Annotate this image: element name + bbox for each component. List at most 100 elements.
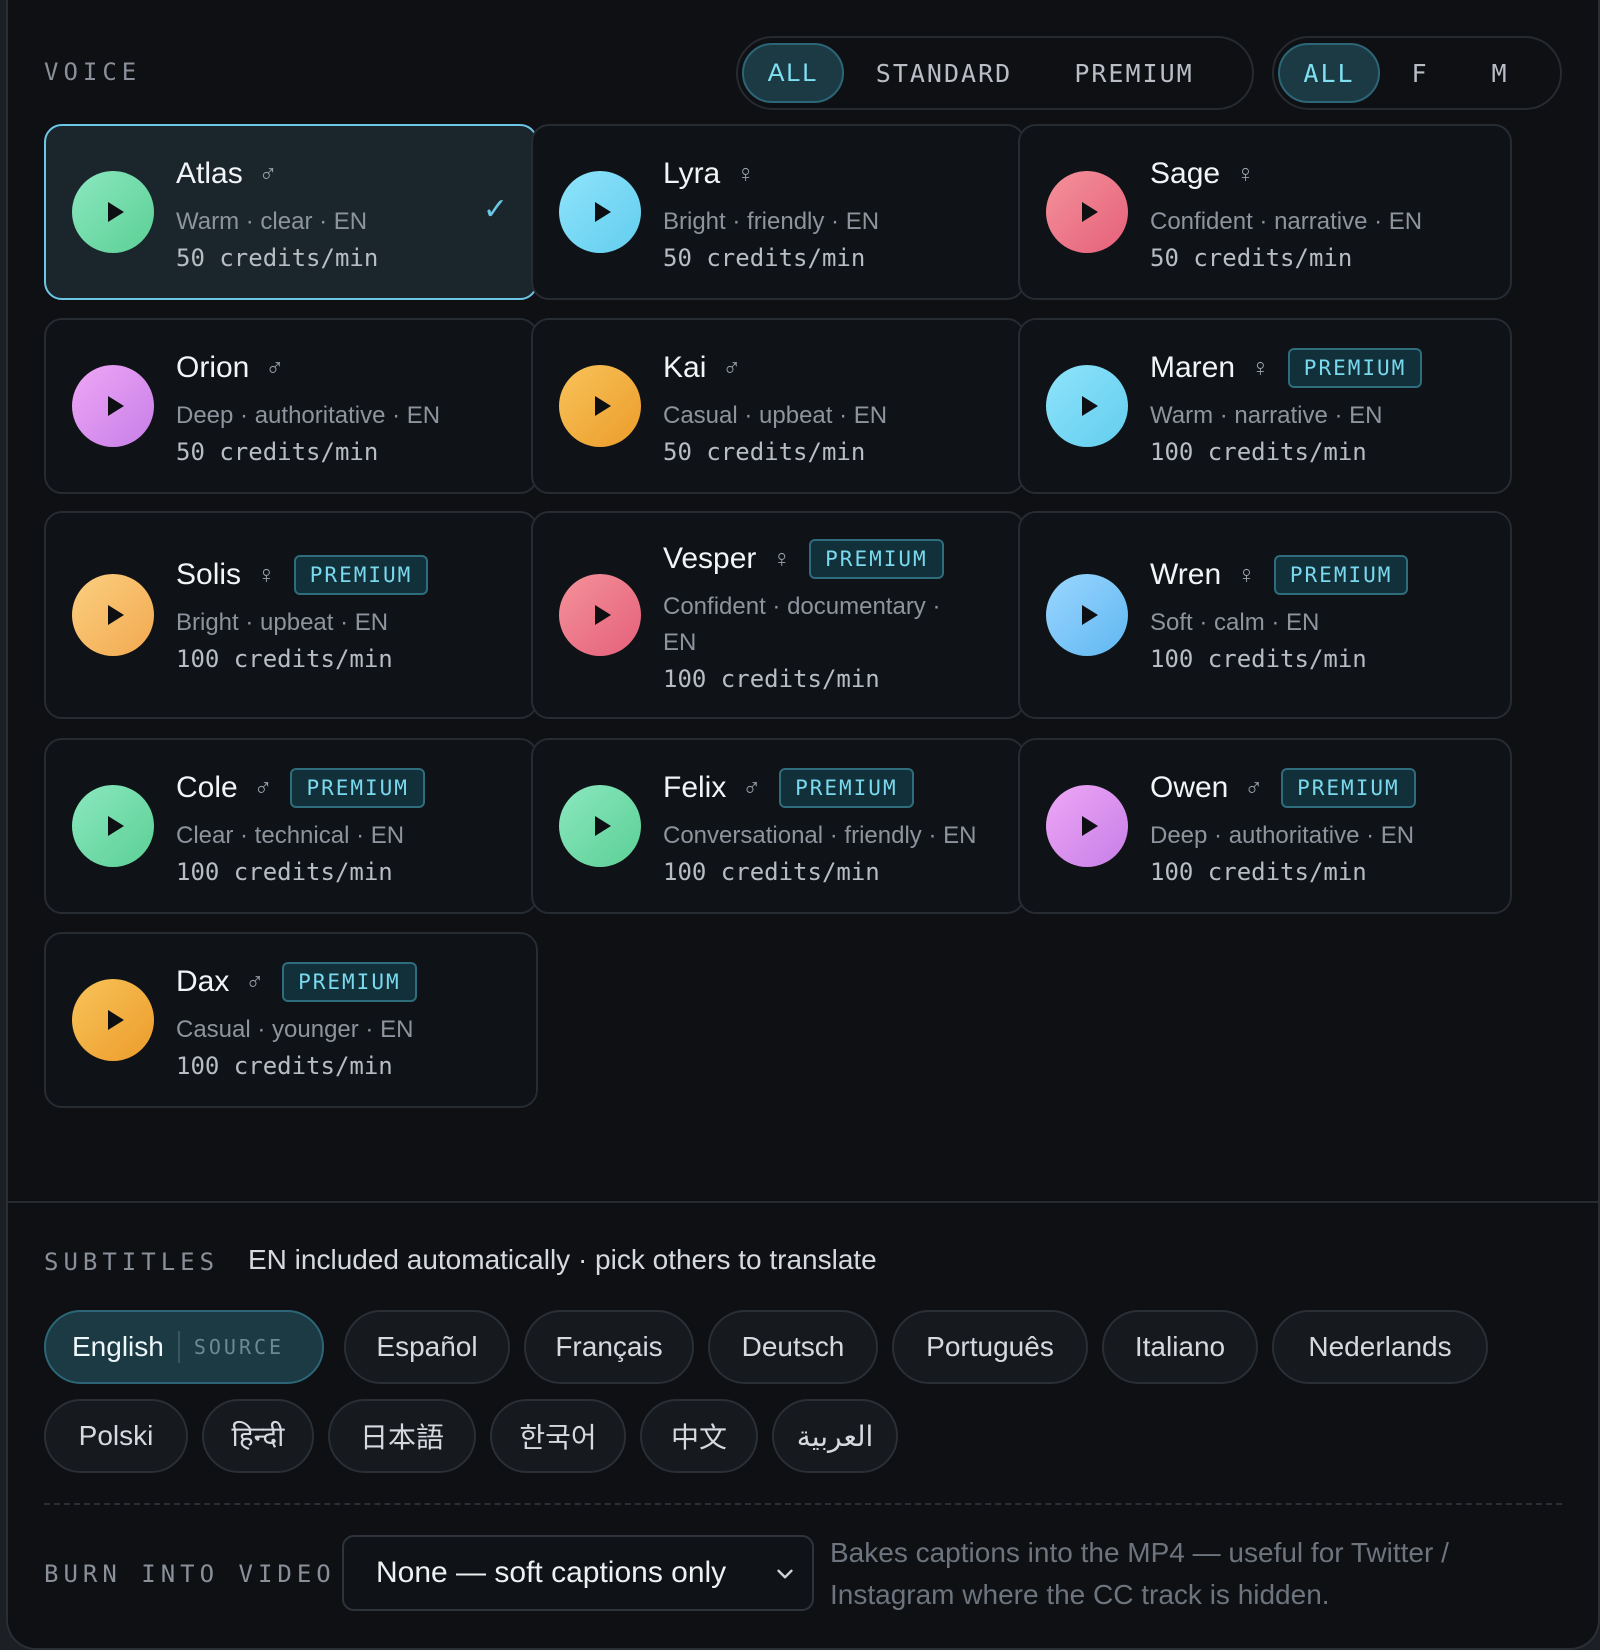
- play-icon: [594, 202, 611, 222]
- voice-card-solis[interactable]: Solis ♀ PREMIUM Bright · upbeat · EN 100 cre…: [44, 511, 538, 719]
- voice-info: Kai ♂ Casual · upbeat · EN 50 credits/min: [663, 348, 1003, 466]
- male-icon: ♂: [1244, 773, 1264, 802]
- play-button[interactable]: [559, 785, 641, 867]
- play-button[interactable]: [72, 574, 154, 656]
- voice-description: Conversational · friendly · EN: [663, 822, 977, 849]
- burn-help-text: Bakes captions into the MP4 — useful for…: [830, 1537, 1449, 1610]
- voice-info: Sage ♀ Confident · narrative · EN 50 credit…: [1150, 154, 1490, 272]
- voice-name-row: Dax ♂ PREMIUM: [176, 962, 516, 1002]
- play-icon: [594, 816, 611, 836]
- voice-info: Maren ♀ PREMIUM Warm · narrative · EN 100 cr…: [1150, 348, 1490, 466]
- voice-name-row: Owen ♂ PREMIUM: [1150, 768, 1490, 808]
- voice-card-maren[interactable]: Maren ♀ PREMIUM Warm · narrative · EN 100 cr…: [1018, 318, 1512, 494]
- voice-description: Warm · clear · EN: [176, 208, 368, 235]
- voice-info: Vesper ♀ PREMIUM Confident · documentary · …: [663, 539, 1003, 693]
- play-button[interactable]: [559, 574, 641, 656]
- language-chip[interactable]: Italiano: [1102, 1310, 1258, 1384]
- voice-info: Dax ♂ PREMIUM Casual · younger · EN 100 cred…: [176, 962, 516, 1080]
- female-icon: ♀: [1237, 560, 1256, 589]
- language-chip[interactable]: العربية: [772, 1399, 898, 1473]
- voice-credits: 100 credits/min: [1150, 645, 1367, 673]
- language-label: Italiano: [1134, 1331, 1226, 1362]
- language-chip[interactable]: Español: [344, 1310, 510, 1384]
- play-button[interactable]: [1046, 785, 1128, 867]
- voice-info: Lyra ♀ Bright · friendly · EN 50 credits/mi…: [663, 154, 1003, 272]
- language-chip[interactable]: Polski: [44, 1399, 188, 1473]
- voice-card-owen[interactable]: Owen ♂ PREMIUM Deep · authoritative · EN 100…: [1018, 738, 1512, 914]
- language-chip[interactable]: Nederlands: [1272, 1310, 1488, 1384]
- play-button[interactable]: [559, 171, 641, 253]
- female-icon: ♀: [1236, 159, 1255, 188]
- premium-badge: PREMIUM: [1287, 348, 1423, 388]
- voice-card-kai[interactable]: Kai ♂ Casual · upbeat · EN 50 credits/min: [531, 318, 1025, 494]
- voice-info: Cole ♂ PREMIUM Clear · technical · EN 100 cr…: [176, 768, 516, 886]
- language-label: Français: [555, 1331, 663, 1362]
- gender-filter-male[interactable]: M: [1460, 43, 1540, 103]
- language-chip[interactable]: 日本語: [328, 1399, 476, 1473]
- language-chip[interactable]: 中文: [640, 1399, 758, 1473]
- premium-badge: PREMIUM: [779, 768, 914, 808]
- voice-description: Confident · narrative · EN: [1150, 208, 1423, 235]
- voice-card-orion[interactable]: Orion ♂ Deep · authoritative · EN 50 credit…: [44, 318, 538, 494]
- language-chip[interactable]: Français: [524, 1310, 694, 1384]
- gender-filter-all[interactable]: ALL: [1278, 43, 1380, 103]
- female-icon: ♀: [772, 544, 792, 573]
- voice-credits: 50 credits/min: [663, 244, 866, 272]
- voice-name-row: Kai ♂: [663, 348, 1003, 388]
- voice-card-vesper[interactable]: Vesper ♀ PREMIUM Confident · documentary · …: [531, 511, 1025, 719]
- play-icon: [107, 396, 124, 416]
- language-chip[interactable]: Português: [892, 1310, 1088, 1384]
- play-icon: [1081, 605, 1098, 625]
- language-label: Nederlands: [1308, 1331, 1452, 1362]
- voice-section-label: VOICE: [44, 58, 142, 86]
- language-chip[interactable]: हिन्दी: [202, 1399, 314, 1473]
- play-button[interactable]: [72, 365, 154, 447]
- language-label: العربية: [796, 1420, 874, 1452]
- language-label: 中文: [670, 1422, 727, 1453]
- language-label: Español: [376, 1331, 478, 1362]
- voice-card-cole[interactable]: Cole ♂ PREMIUM Clear · technical · EN 100 cr…: [44, 738, 538, 914]
- play-button[interactable]: [1046, 171, 1128, 253]
- voice-name: Kai: [663, 351, 707, 384]
- premium-badge: PREMIUM: [1273, 555, 1409, 595]
- language-label: Polski: [78, 1420, 154, 1451]
- play-button[interactable]: [1046, 574, 1128, 656]
- voice-description: Bright · friendly · EN: [663, 208, 880, 235]
- burn-caption-selected-value: None — soft captions only: [376, 1556, 727, 1589]
- tier-filter-premium[interactable]: PREMIUM: [1044, 43, 1224, 103]
- voice-card-lyra[interactable]: Lyra ♀ Bright · friendly · EN 50 credits/mi…: [531, 124, 1025, 300]
- selected-check-icon: ✓: [482, 193, 508, 226]
- voice-name: Felix: [663, 771, 727, 804]
- tier-filter-standard[interactable]: STANDARD: [844, 43, 1044, 103]
- voice-card-dax[interactable]: Dax ♂ PREMIUM Casual · younger · EN 100 cred…: [44, 932, 538, 1108]
- voice-credits: 100 credits/min: [663, 858, 880, 886]
- language-chip[interactable]: 한국어: [490, 1399, 626, 1473]
- play-button[interactable]: [72, 171, 154, 253]
- voice-card-wren[interactable]: Wren ♀ PREMIUM Soft · calm · EN 100 credits/…: [1018, 511, 1512, 719]
- play-button[interactable]: [1046, 365, 1128, 447]
- premium-badge: PREMIUM: [282, 962, 417, 1002]
- voice-credits: 100 credits/min: [1150, 438, 1367, 466]
- voice-card-felix[interactable]: Felix ♂ PREMIUM Conversational · friendly ·…: [531, 738, 1025, 914]
- tier-filter: ALL STANDARD PREMIUM: [736, 36, 1254, 110]
- premium-badge: PREMIUM: [1281, 768, 1416, 808]
- voice-name: Wren: [1150, 558, 1222, 591]
- voice-name: Solis: [176, 558, 242, 591]
- language-chip[interactable]: English SOURCE: [44, 1310, 324, 1384]
- tier-filter-all[interactable]: ALL: [742, 43, 844, 103]
- premium-badge: PREMIUM: [293, 555, 429, 595]
- play-button[interactable]: [559, 365, 641, 447]
- gender-filter-female[interactable]: F: [1380, 43, 1460, 103]
- burn-caption-select[interactable]: None — soft captions only: [342, 1535, 814, 1611]
- voice-card-atlas[interactable]: Atlas ♂ Warm · clear · EN 50 credits/min ✓: [44, 124, 538, 300]
- dashed-divider: [44, 1503, 1562, 1505]
- voice-credits: 100 credits/min: [176, 1052, 393, 1080]
- voice-info: Atlas ♂ Warm · clear · EN 50 credits/min: [176, 154, 516, 272]
- voice-card-sage[interactable]: Sage ♀ Confident · narrative · EN 50 credit…: [1018, 124, 1512, 300]
- voice-description: Bright · upbeat · EN: [176, 609, 389, 636]
- play-button[interactable]: [72, 979, 154, 1061]
- play-icon: [107, 816, 124, 836]
- language-chip[interactable]: Deutsch: [708, 1310, 878, 1384]
- play-button[interactable]: [72, 785, 154, 867]
- voice-description: Deep · authoritative · EN: [1150, 822, 1415, 849]
